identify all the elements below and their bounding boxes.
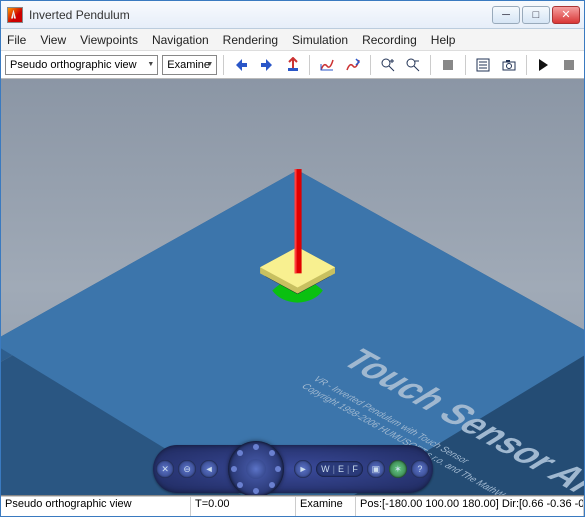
- menu-rendering[interactable]: Rendering: [223, 33, 278, 47]
- toolbar-sep: [430, 55, 431, 75]
- menu-simulation[interactable]: Simulation: [292, 33, 348, 47]
- toolbar-sep: [370, 55, 371, 75]
- nav-f: F: [352, 464, 358, 474]
- nav-close-icon[interactable]: ✕: [156, 460, 174, 478]
- record-button[interactable]: [437, 54, 459, 76]
- play-button[interactable]: [533, 54, 555, 76]
- next-viewpoint-button[interactable]: [256, 54, 278, 76]
- prev-viewpoint-button[interactable]: [230, 54, 252, 76]
- minimize-button[interactable]: ─: [492, 6, 520, 24]
- statusbar: Pseudo orthographic view T=0.00 Examine …: [1, 496, 584, 516]
- toolbar-sep: [309, 55, 310, 75]
- status-time: T=0.00: [191, 497, 296, 516]
- toolbar-sep: [223, 55, 224, 75]
- stop-button[interactable]: [558, 54, 580, 76]
- status-view: Pseudo orthographic view: [1, 497, 191, 516]
- menu-view[interactable]: View: [40, 33, 66, 47]
- app-window: Inverted Pendulum ─ □ ✕ File View Viewpo…: [0, 0, 585, 517]
- nav-mode-pill[interactable]: W | E | F: [316, 461, 363, 477]
- nav-right-icon[interactable]: ►: [294, 460, 312, 478]
- zoom-in-button[interactable]: [377, 54, 399, 76]
- block-params-button[interactable]: [472, 54, 494, 76]
- viewport[interactable]: Touch Sensor Area VR - Inverted Pendulum…: [1, 79, 584, 496]
- menu-viewpoints[interactable]: Viewpoints: [80, 33, 138, 47]
- menu-help[interactable]: Help: [431, 33, 456, 47]
- status-mode: Examine: [296, 497, 356, 516]
- status-pos: Pos:[-180.00 100.00 180.00] Dir:[0.66 -0…: [356, 497, 584, 516]
- nav-help-icon[interactable]: ?: [411, 460, 429, 478]
- maximize-button[interactable]: □: [522, 6, 550, 24]
- snapshot-button[interactable]: [498, 54, 520, 76]
- nav-w: W: [321, 464, 330, 474]
- menu-recording[interactable]: Recording: [362, 33, 417, 47]
- toolbar: Pseudo orthographic view Examine: [1, 51, 584, 79]
- menu-navigation[interactable]: Navigation: [152, 33, 209, 47]
- viewpoint-create-button[interactable]: [316, 54, 338, 76]
- nav-left-icon[interactable]: ◄: [200, 460, 218, 478]
- navmode-dropdown[interactable]: Examine: [162, 55, 217, 75]
- app-icon: [7, 7, 23, 23]
- nav-play-icon[interactable]: ✶: [389, 460, 407, 478]
- nav-e: E: [338, 464, 344, 474]
- toolbar-sep: [465, 55, 466, 75]
- toolbar-sep: [526, 55, 527, 75]
- titlebar: Inverted Pendulum ─ □ ✕: [1, 1, 584, 29]
- nav-rec-icon[interactable]: ▣: [367, 460, 385, 478]
- nav-collapse-icon[interactable]: ⊖: [178, 460, 196, 478]
- menu-file[interactable]: File: [7, 33, 26, 47]
- menubar: File View Viewpoints Navigation Renderin…: [1, 29, 584, 51]
- scene-3d: Touch Sensor Area VR - Inverted Pendulum…: [1, 79, 584, 496]
- viewpoint-dropdown[interactable]: Pseudo orthographic view: [5, 55, 158, 75]
- zoom-out-button[interactable]: [403, 54, 425, 76]
- window-buttons: ─ □ ✕: [492, 6, 580, 24]
- close-button[interactable]: ✕: [552, 6, 580, 24]
- window-title: Inverted Pendulum: [29, 8, 492, 22]
- home-button[interactable]: [282, 54, 304, 76]
- nav-wheel[interactable]: [228, 441, 284, 496]
- nav-panel: ✕ ⊖ ◄ ► W | E | F ▣ ✶ ?: [153, 445, 433, 493]
- viewpoint-goto-button[interactable]: [342, 54, 364, 76]
